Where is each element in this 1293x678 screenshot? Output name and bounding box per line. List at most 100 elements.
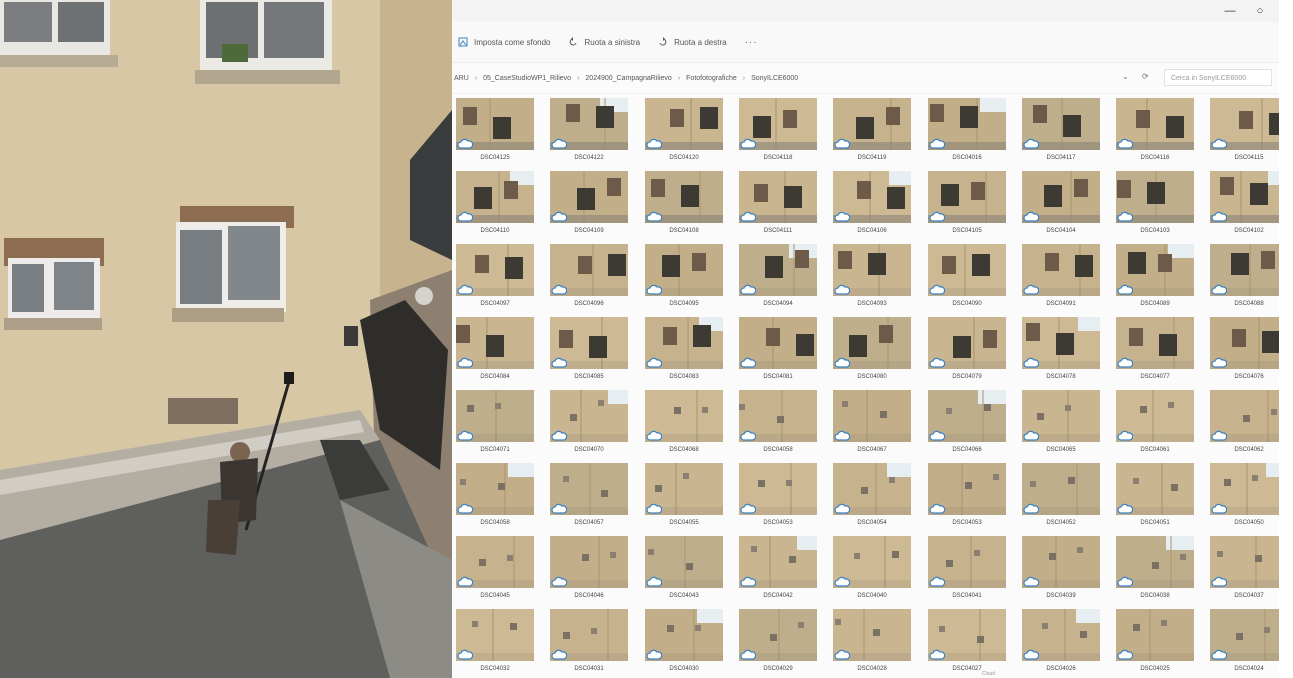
rotate-right-button[interactable]: Ruota a destra <box>658 37 727 47</box>
file-thumbnail[interactable]: DSC04071 <box>456 390 536 460</box>
file-thumbnail[interactable]: DSC04039 <box>1022 536 1102 606</box>
file-name: DSC04119 <box>857 155 887 161</box>
refresh-icon[interactable]: ⟳ <box>1142 72 1149 81</box>
set-as-wallpaper-button[interactable]: Imposta come sfondo <box>458 37 550 47</box>
file-thumbnail[interactable]: DSC04066 <box>928 390 1008 460</box>
chevron-down-icon[interactable]: ⌄ <box>1122 72 1129 81</box>
minimize-icon[interactable]: — <box>1219 3 1241 19</box>
file-thumbnail[interactable]: DSC04041 <box>928 536 1008 606</box>
file-thumbnail[interactable]: DSC04085 <box>550 317 630 387</box>
file-thumbnail[interactable]: DSC04102 <box>1210 171 1279 241</box>
file-thumbnail[interactable]: DSC04083 <box>645 317 725 387</box>
file-thumbnail[interactable]: DSC04084 <box>456 317 536 387</box>
file-thumbnail[interactable]: DSC04038 <box>1116 536 1196 606</box>
file-thumbnail[interactable]: DSC04061 <box>1116 390 1196 460</box>
search-input[interactable]: Cerca in SonyILCE6000 <box>1164 69 1272 86</box>
file-thumbnail[interactable]: DSC04077 <box>1116 317 1196 387</box>
file-thumbnail[interactable]: DSC04115 <box>1210 98 1279 168</box>
file-thumbnail[interactable]: DSC04105 <box>928 171 1008 241</box>
file-thumbnail[interactable]: DSC04090 <box>928 244 1008 314</box>
file-thumbnail[interactable]: DSC04062 <box>1210 390 1279 460</box>
file-thumbnail[interactable]: DSC04057 <box>550 463 630 533</box>
file-thumbnail[interactable]: DSC04053 <box>928 463 1008 533</box>
file-name: DSC04093 <box>857 301 887 307</box>
file-thumbnail[interactable]: DSC04058 <box>456 463 536 533</box>
rotate-left-button[interactable]: Ruota a sinistra <box>568 37 640 47</box>
file-thumbnail[interactable]: DSC04052 <box>1022 463 1102 533</box>
cloud-sync-icon <box>1117 211 1133 222</box>
file-thumbnail[interactable]: DSC04025 <box>1116 609 1196 678</box>
cloud-sync-icon <box>929 503 945 514</box>
file-thumbnail[interactable]: DSC04119 <box>833 98 913 168</box>
maximize-icon[interactable]: ○ <box>1249 3 1271 19</box>
file-thumbnail[interactable]: DSC04050 <box>1210 463 1279 533</box>
breadcrumb-item[interactable]: 2024900_CampagnaRilievo <box>585 75 671 82</box>
file-thumbnail[interactable]: DSC04116 <box>1116 98 1196 168</box>
file-thumbnail[interactable]: DSC04042 <box>739 536 819 606</box>
file-thumbnail[interactable]: DSC04095 <box>645 244 725 314</box>
file-thumbnail[interactable]: DSC04120 <box>645 98 725 168</box>
file-thumbnail[interactable]: DSC04037 <box>1210 536 1279 606</box>
file-thumbnail[interactable]: DSC04027 <box>928 609 1008 678</box>
file-thumbnail[interactable]: DSC04093 <box>833 244 913 314</box>
file-thumbnail[interactable]: DSC04110 <box>456 171 536 241</box>
file-thumbnail[interactable]: DSC04081 <box>739 317 819 387</box>
rotate-right-label: Ruota a destra <box>674 37 727 47</box>
file-thumbnail[interactable]: DSC04118 <box>739 98 819 168</box>
file-name: DSC04111 <box>763 228 793 234</box>
file-thumbnail[interactable]: DSC04055 <box>645 463 725 533</box>
file-thumbnail[interactable]: DSC04103 <box>1116 171 1196 241</box>
file-thumbnail[interactable]: DSC04040 <box>833 536 913 606</box>
cloud-sync-icon <box>1117 430 1133 441</box>
file-thumbnail[interactable]: DSC04089 <box>1116 244 1196 314</box>
file-thumbnail[interactable]: DSC04067 <box>833 390 913 460</box>
file-thumbnail[interactable]: DSC04094 <box>739 244 819 314</box>
file-thumbnail[interactable]: DSC04080 <box>833 317 913 387</box>
file-thumbnail[interactable]: DSC04122 <box>550 98 630 168</box>
file-thumbnail[interactable]: DSC04030 <box>645 609 725 678</box>
file-name: DSC04097 <box>480 301 510 307</box>
file-thumbnail[interactable]: DSC04028 <box>833 609 913 678</box>
file-thumbnail[interactable]: DSC04058 <box>739 390 819 460</box>
file-thumbnail[interactable]: DSC04096 <box>550 244 630 314</box>
file-thumbnail[interactable]: DSC04016 <box>928 98 1008 168</box>
file-thumbnail[interactable]: DSC04078 <box>1022 317 1102 387</box>
file-thumbnail[interactable]: DSC04106 <box>833 171 913 241</box>
cloud-sync-icon <box>646 649 662 660</box>
command-bar: Imposta come sfondo Ruota a sinistra Ruo… <box>452 22 1279 63</box>
breadcrumb-item[interactable]: 05_CaseStudioWP1_Rilievo <box>483 75 571 82</box>
file-thumbnail[interactable]: DSC04031 <box>550 609 630 678</box>
file-thumbnail[interactable]: DSC04065 <box>1022 390 1102 460</box>
file-thumbnail[interactable]: DSC04026 <box>1022 609 1102 678</box>
breadcrumb-item[interactable]: ARU <box>454 75 469 82</box>
file-thumbnail[interactable]: DSC04088 <box>1210 244 1279 314</box>
cloud-sync-icon <box>740 284 756 295</box>
file-thumbnail[interactable]: DSC04117 <box>1022 98 1102 168</box>
file-thumbnail[interactable]: DSC04051 <box>1116 463 1196 533</box>
file-thumbnail[interactable]: DSC04091 <box>1022 244 1102 314</box>
file-thumbnail[interactable]: DSC04111 <box>739 171 819 241</box>
file-thumbnail[interactable]: DSC04125 <box>456 98 536 168</box>
file-thumbnail[interactable]: DSC04024 <box>1210 609 1279 678</box>
file-name: DSC04078 <box>1046 374 1076 380</box>
file-thumbnail[interactable]: DSC04053 <box>739 463 819 533</box>
file-thumbnail[interactable]: DSC04054 <box>833 463 913 533</box>
file-thumbnail[interactable]: DSC04109 <box>550 171 630 241</box>
file-thumbnail[interactable]: DSC04043 <box>645 536 725 606</box>
breadcrumb-item[interactable]: Fotofotografiche <box>686 75 737 82</box>
file-thumbnail[interactable]: DSC04097 <box>456 244 536 314</box>
file-thumbnail[interactable]: DSC04068 <box>645 390 725 460</box>
file-thumbnail[interactable]: DSC04029 <box>739 609 819 678</box>
file-thumbnail[interactable]: DSC04032 <box>456 609 536 678</box>
file-name: DSC04106 <box>857 228 887 234</box>
file-thumbnail[interactable]: DSC04046 <box>550 536 630 606</box>
file-name: DSC04109 <box>574 228 604 234</box>
file-thumbnail[interactable]: DSC04045 <box>456 536 536 606</box>
file-thumbnail[interactable]: DSC04108 <box>645 171 725 241</box>
file-thumbnail[interactable]: DSC04079 <box>928 317 1008 387</box>
file-thumbnail[interactable]: DSC04076 <box>1210 317 1279 387</box>
file-thumbnail[interactable]: DSC04070 <box>550 390 630 460</box>
breadcrumb-item[interactable]: SonyILCE6000 <box>751 75 798 82</box>
file-thumbnail[interactable]: DSC04104 <box>1022 171 1102 241</box>
more-options-button[interactable]: ··· <box>745 37 758 48</box>
